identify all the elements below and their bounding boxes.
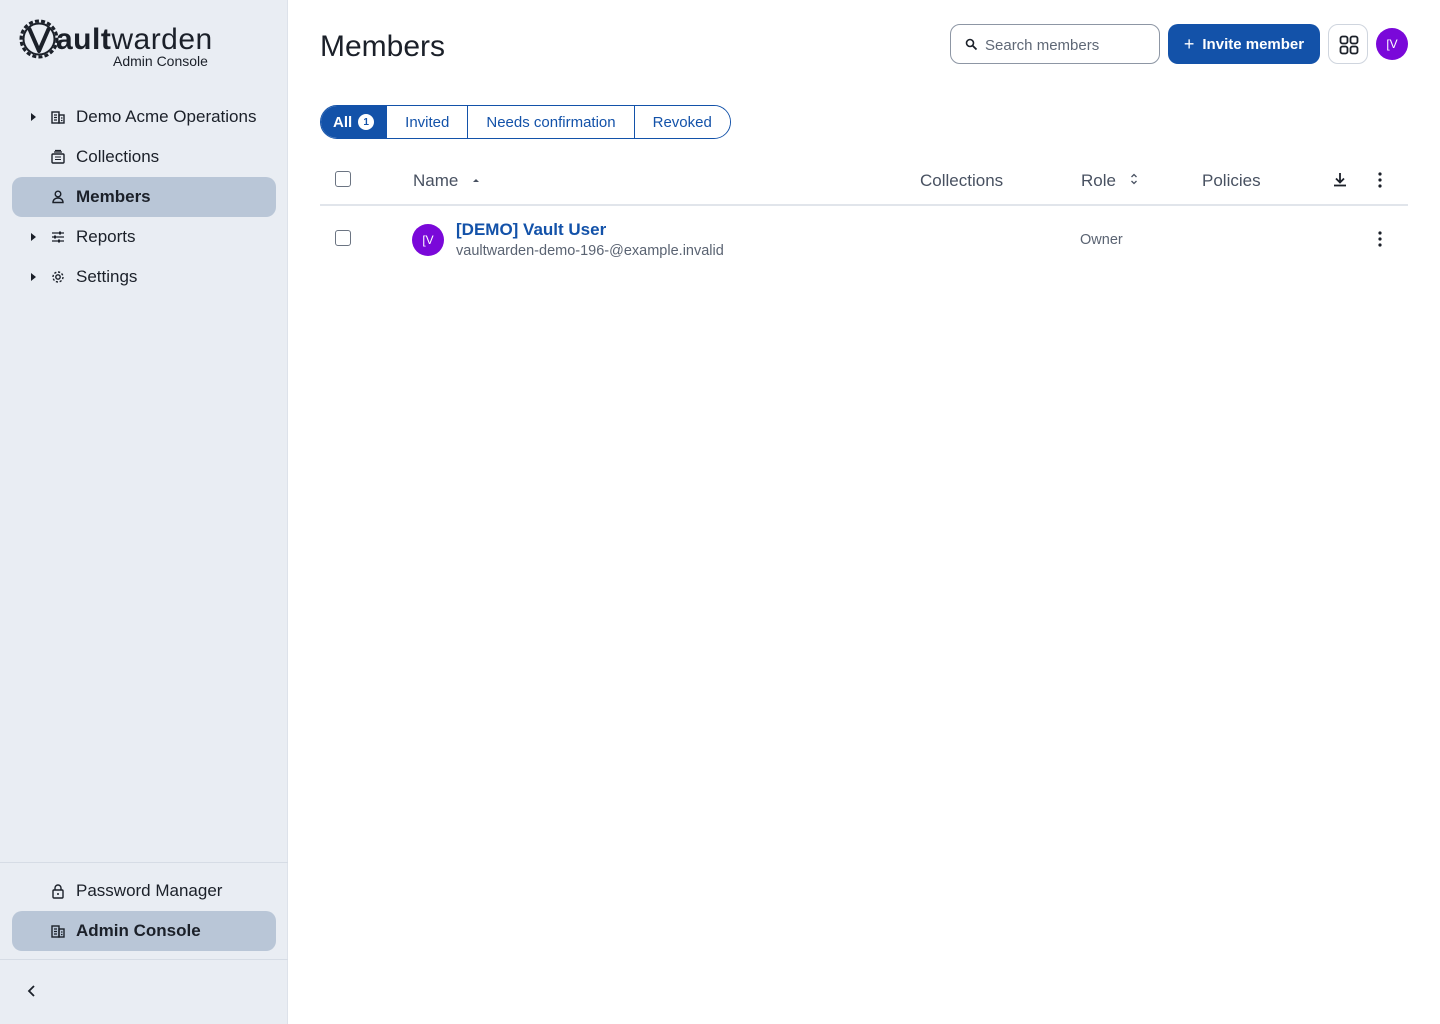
tab-revoked[interactable]: Revoked: [634, 106, 730, 138]
table-header: Name Collections Role Policies: [320, 155, 1408, 206]
column-header-name[interactable]: Name: [413, 171, 481, 191]
column-header-policies: Policies: [1202, 171, 1261, 190]
member-role: Owner: [1080, 232, 1123, 248]
sidebar-item-organization[interactable]: Demo Acme Operations: [12, 97, 276, 137]
count-badge: 1: [358, 114, 375, 130]
member-status-filter: All 1 Invited Needs confirmation Revoked: [320, 105, 731, 139]
sidebar-divider: [0, 862, 288, 863]
building-icon: [51, 925, 65, 938]
gear-icon: [52, 271, 64, 283]
sidebar: aultwarden Admin Console Demo Acme Opera…: [0, 0, 288, 1024]
sidebar-item-collections[interactable]: Collections: [12, 137, 276, 177]
sidebar-item-settings[interactable]: Settings: [12, 257, 276, 297]
lock-icon: [52, 884, 64, 899]
sidebar-item-label: Reports: [76, 227, 136, 246]
sidebar-item-reports[interactable]: Reports: [12, 217, 276, 257]
sliders-icon: [52, 231, 64, 243]
vaultwarden-logo-icon: [19, 19, 59, 59]
product-switcher-button[interactable]: [1328, 24, 1368, 64]
sidebar-item-label: Members: [76, 187, 151, 206]
members-table: Name Collections Role Policies [V [DEMO]…: [320, 155, 1408, 272]
member-email: vaultwarden-demo-196-@example.invalid: [456, 243, 724, 259]
caret-right-icon[interactable]: [28, 231, 38, 243]
sidebar-item-label: Settings: [76, 267, 138, 286]
tab-all[interactable]: All 1: [321, 106, 388, 138]
sidebar-item-password-manager[interactable]: Password Manager: [12, 871, 276, 911]
member-avatar: [V: [412, 224, 444, 256]
invite-member-button[interactable]: + Invite member: [1168, 24, 1320, 64]
sidebar-item-label: Demo Acme Operations: [76, 107, 257, 126]
search-icon: [965, 38, 978, 51]
collection-icon: [51, 149, 65, 164]
plus-icon: +: [1183, 34, 1195, 54]
member-name-link[interactable]: [DEMO] Vault User: [456, 220, 606, 240]
sidebar-item-label: Collections: [76, 147, 160, 166]
select-all-checkbox[interactable]: [335, 171, 351, 187]
column-label: Name: [413, 171, 459, 190]
grid-icon: [1339, 35, 1359, 55]
account-avatar[interactable]: [V: [1376, 28, 1408, 60]
building-icon: [51, 111, 65, 124]
table-row[interactable]: [V [DEMO] Vault User vaultwarden-demo-19…: [320, 206, 1408, 272]
download-icon[interactable]: [1331, 171, 1349, 189]
tab-invited[interactable]: Invited: [387, 106, 469, 138]
sidebar-item-admin-console[interactable]: Admin Console: [12, 911, 276, 951]
tab-label: All: [333, 113, 353, 131]
caret-right-icon[interactable]: [28, 111, 38, 123]
sidebar-item-label: Admin Console: [76, 921, 201, 940]
sort-ascending-icon: [473, 179, 480, 182]
logo-subtitle: Admin Console: [113, 53, 208, 69]
search-input[interactable]: [985, 34, 1155, 56]
caret-right-icon[interactable]: [28, 271, 38, 283]
column-header-role[interactable]: Role: [1081, 171, 1139, 191]
invite-member-label: Invite member: [1202, 35, 1305, 53]
row-options-icon[interactable]: [1370, 229, 1390, 249]
sidebar-nav: Demo Acme Operations Collections Members…: [12, 97, 276, 297]
column-label: Role: [1081, 171, 1116, 190]
search-box[interactable]: [950, 24, 1160, 64]
sort-icon: [1130, 173, 1137, 185]
tab-needs-confirmation[interactable]: Needs confirmation: [468, 106, 635, 138]
sidebar-item-members[interactable]: Members: [12, 177, 276, 217]
user-icon: [52, 190, 64, 204]
vaultwarden-logo[interactable]: aultwarden Admin Console: [18, 18, 238, 70]
column-header-collections: Collections: [920, 171, 1004, 190]
more-options-icon[interactable]: [1370, 170, 1390, 190]
row-checkbox[interactable]: [335, 230, 351, 246]
collapse-sidebar-icon[interactable]: [24, 982, 40, 1000]
product-switcher: Password Manager Admin Console: [12, 871, 276, 951]
sidebar-item-label: Password Manager: [76, 881, 223, 900]
page-title: Members: [320, 30, 446, 63]
sidebar-divider: [0, 959, 288, 960]
